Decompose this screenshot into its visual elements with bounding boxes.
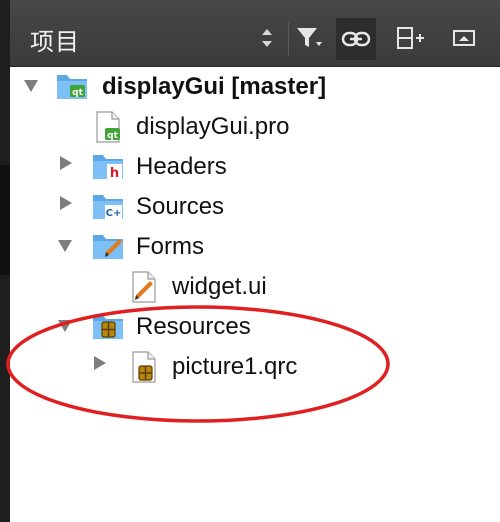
tree-item-label: picture1.qrc	[172, 353, 298, 380]
expand-arrow-icon[interactable]	[58, 320, 72, 332]
tree-item-forms[interactable]: Forms	[10, 227, 500, 267]
svg-text:qt: qt	[107, 131, 118, 141]
qrc-file-icon	[132, 351, 156, 383]
expand-arrow-icon[interactable]	[58, 240, 72, 252]
tree-item-headers[interactable]: h Headers	[10, 147, 500, 187]
expand-arrow-icon[interactable]	[24, 80, 38, 92]
sort-updown-icon	[262, 29, 272, 47]
sources-folder-icon: C+	[93, 195, 123, 219]
tree-item-label: Forms	[136, 233, 204, 260]
toolbar-separator	[288, 22, 289, 56]
filter-button[interactable]	[293, 20, 327, 56]
panel-title: 项目	[30, 28, 80, 56]
tree-item-label: Resources	[136, 313, 251, 340]
tree-item-label: Sources	[136, 193, 225, 220]
svg-text:h: h	[110, 166, 119, 181]
link-button[interactable]	[336, 18, 376, 60]
window-button[interactable]	[447, 20, 481, 56]
left-edge-segment	[0, 165, 10, 275]
tree-item-project-root[interactable]: qt displayGui [master]	[10, 67, 500, 107]
split-add-icon	[397, 27, 424, 49]
link-icon	[341, 31, 371, 47]
ui-file-icon	[132, 271, 156, 303]
forms-folder-icon	[93, 235, 123, 259]
tree-item-pro-file[interactable]: qt displayGui.pro	[10, 107, 500, 147]
split-add-button[interactable]	[394, 20, 428, 56]
qt-project-folder-icon: qt	[57, 75, 87, 99]
tree-item-resources[interactable]: Resources	[10, 307, 500, 347]
tree-item-picture-qrc[interactable]: picture1.qrc	[10, 347, 500, 387]
left-edge-strip	[0, 0, 10, 522]
filter-icon	[297, 28, 322, 47]
qt-pro-file-icon: qt	[96, 111, 120, 143]
svg-text:C+: C+	[106, 208, 122, 219]
expand-arrow-icon[interactable]	[94, 356, 106, 370]
expand-arrow-icon[interactable]	[60, 196, 72, 210]
project-tree: qt displayGui [master] qt displayGui.pro…	[10, 67, 500, 522]
project-panel: 项目 qt displayGui [master] qt displayGui.…	[0, 0, 500, 522]
project-toolbar: 项目	[10, 0, 500, 67]
sort-updown-button[interactable]	[250, 20, 284, 56]
window-icon	[453, 30, 475, 46]
expand-arrow-icon[interactable]	[60, 156, 72, 170]
tree-item-label: widget.ui	[172, 273, 267, 300]
svg-text:qt: qt	[72, 88, 83, 98]
tree-item-widget-ui[interactable]: widget.ui	[10, 267, 500, 307]
tree-item-sources[interactable]: C+ Sources	[10, 187, 500, 227]
resources-folder-icon	[93, 315, 123, 339]
tree-item-label: displayGui [master]	[102, 73, 327, 100]
tree-item-label: Headers	[136, 153, 227, 180]
headers-folder-icon: h	[93, 155, 123, 181]
tree-item-label: displayGui.pro	[136, 113, 290, 140]
